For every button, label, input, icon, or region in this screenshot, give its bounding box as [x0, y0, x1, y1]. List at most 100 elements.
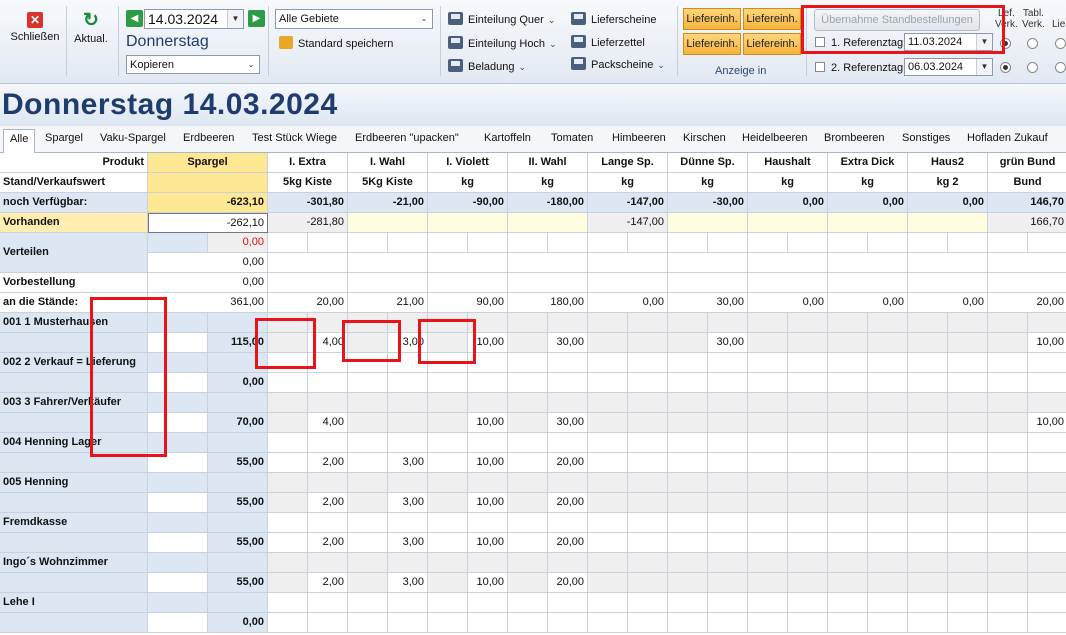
stand-value-cell[interactable]: [1028, 453, 1066, 473]
input-cell[interactable]: [988, 493, 1028, 513]
input-cell[interactable]: [548, 433, 588, 453]
input-cell[interactable]: [1028, 313, 1066, 333]
input-cell[interactable]: [628, 313, 668, 333]
input-cell[interactable]: [1028, 233, 1066, 253]
input-cell[interactable]: [348, 233, 388, 253]
input-cell[interactable]: [908, 493, 948, 513]
input-cell[interactable]: [828, 453, 868, 473]
lieferzettel-button[interactable]: Lieferzettel: [571, 35, 645, 51]
input-cell[interactable]: [748, 613, 788, 633]
stand-value-cell[interactable]: [948, 493, 988, 513]
stand-value-cell[interactable]: 20,00: [548, 453, 588, 473]
input-cell[interactable]: [628, 553, 668, 573]
input-cell[interactable]: [748, 333, 788, 353]
input-cell[interactable]: [428, 553, 468, 573]
input-cell[interactable]: [988, 433, 1028, 453]
input-cell[interactable]: [508, 313, 548, 333]
tab-sonstiges[interactable]: Sonstiges: [902, 132, 950, 144]
ref2-radio-tabl[interactable]: [1027, 62, 1038, 73]
input-cell[interactable]: [428, 433, 468, 453]
input-cell[interactable]: [268, 613, 308, 633]
input-cell[interactable]: [948, 433, 988, 453]
input-cell[interactable]: [788, 513, 828, 533]
input-cell[interactable]: [788, 553, 828, 573]
column-header-product[interactable]: Spargel: [148, 153, 268, 173]
vorhanden-cell[interactable]: [908, 213, 988, 233]
input-cell[interactable]: [268, 453, 308, 473]
stand-value-cell[interactable]: [868, 493, 908, 513]
date-picker[interactable]: 14.03.2024 ▼: [144, 9, 244, 29]
stand-value-cell[interactable]: [708, 493, 748, 513]
prev-day-button[interactable]: ◀: [126, 10, 143, 27]
input-cell[interactable]: [308, 593, 348, 613]
input-cell[interactable]: [948, 393, 988, 413]
input-cell[interactable]: [1028, 513, 1066, 533]
input-cell[interactable]: [948, 473, 988, 493]
stand-value-cell[interactable]: [868, 333, 908, 353]
input-cell[interactable]: [268, 513, 308, 533]
input-cell[interactable]: [668, 393, 708, 413]
vorhanden-cell[interactable]: -147,00: [588, 213, 668, 233]
input-cell[interactable]: [908, 553, 948, 573]
input-cell[interactable]: [348, 553, 388, 573]
input-cell[interactable]: [828, 513, 868, 533]
input-cell[interactable]: [468, 233, 508, 253]
stand-value-cell[interactable]: [868, 453, 908, 473]
vorhanden-spargel[interactable]: -262,10: [148, 213, 268, 233]
stand-value-cell[interactable]: [788, 453, 828, 473]
input-cell[interactable]: [988, 613, 1028, 633]
stand-value-cell[interactable]: [948, 333, 988, 353]
input-cell[interactable]: [708, 393, 748, 413]
input-cell[interactable]: [308, 433, 348, 453]
input-cell[interactable]: [548, 233, 588, 253]
input-cell[interactable]: [268, 353, 308, 373]
vorhanden-cell[interactable]: [668, 213, 748, 233]
input-cell[interactable]: [508, 573, 548, 593]
input-cell[interactable]: [988, 393, 1028, 413]
input-cell[interactable]: [908, 473, 948, 493]
input-cell[interactable]: [388, 233, 428, 253]
column-header-product[interactable]: Extra Dick: [828, 153, 908, 173]
stand-value-cell[interactable]: [1028, 373, 1066, 393]
input-cell[interactable]: [268, 493, 308, 513]
input-cell[interactable]: [668, 593, 708, 613]
input-cell[interactable]: [828, 373, 868, 393]
chevron-down-icon[interactable]: ▼: [227, 10, 243, 28]
tab-alle[interactable]: Alle: [3, 129, 36, 153]
stand-value-cell[interactable]: 10,00: [468, 413, 508, 433]
stand-value-cell[interactable]: 10,00: [468, 573, 508, 593]
input-cell[interactable]: [908, 413, 948, 433]
stand-value-cell[interactable]: [948, 533, 988, 553]
input-cell[interactable]: [668, 353, 708, 373]
einteilung-quer-button[interactable]: Einteilung Quer ⌄: [448, 12, 555, 28]
input-cell[interactable]: [628, 233, 668, 253]
input-cell[interactable]: [548, 353, 588, 373]
input-cell[interactable]: [588, 233, 628, 253]
input-cell[interactable]: [908, 453, 948, 473]
input-cell[interactable]: [388, 433, 428, 453]
input-cell[interactable]: [668, 573, 708, 593]
input-cell[interactable]: [908, 533, 948, 553]
input-cell[interactable]: [508, 513, 548, 533]
vorhanden-extra[interactable]: -281,80: [268, 213, 348, 233]
input-cell[interactable]: [628, 433, 668, 453]
stand-value-cell[interactable]: 30,00: [548, 333, 588, 353]
input-cell[interactable]: [668, 533, 708, 553]
column-header-product[interactable]: Haushalt: [748, 153, 828, 173]
stand-value-cell[interactable]: [628, 493, 668, 513]
stand-value-cell[interactable]: [628, 533, 668, 553]
stand-value-cell[interactable]: [628, 373, 668, 393]
input-cell[interactable]: [268, 233, 308, 253]
input-cell[interactable]: [468, 353, 508, 373]
input-cell[interactable]: [668, 453, 708, 473]
stand-value-cell[interactable]: 10,00: [468, 493, 508, 513]
input-cell[interactable]: [668, 253, 748, 273]
input-cell[interactable]: [948, 353, 988, 373]
input-cell[interactable]: [828, 593, 868, 613]
input-cell[interactable]: [588, 333, 628, 353]
tab-kirschen[interactable]: Kirschen: [683, 132, 726, 144]
input-cell[interactable]: [628, 473, 668, 493]
stand-value-cell[interactable]: 2,00: [308, 533, 348, 553]
input-cell[interactable]: [348, 573, 388, 593]
input-cell[interactable]: [828, 533, 868, 553]
